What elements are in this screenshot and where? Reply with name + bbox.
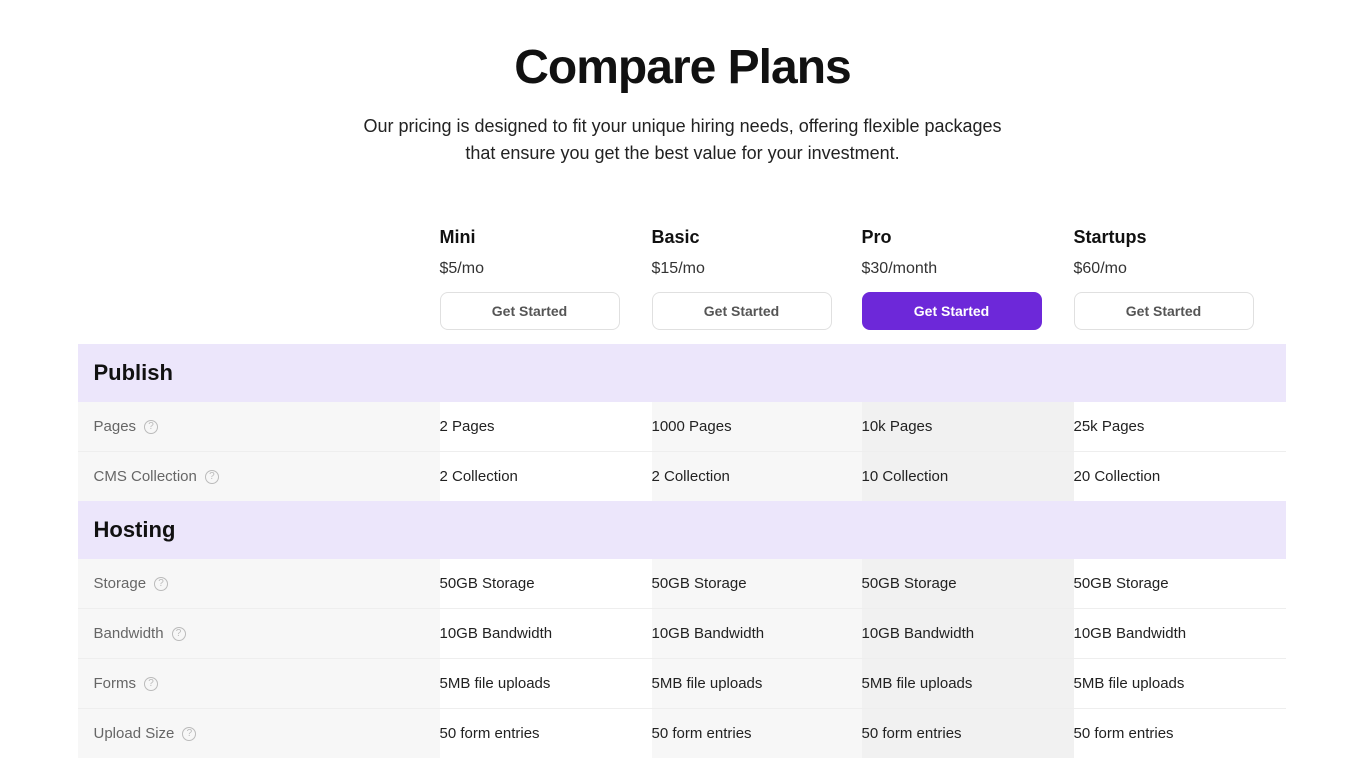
- feature-label: Storage ?: [78, 559, 440, 608]
- feature-label-text: Pages: [94, 418, 137, 435]
- plan-col-startups: Startups $60/mo Get Started: [1074, 227, 1286, 344]
- feature-label: Upload Size ?: [78, 708, 440, 758]
- help-icon[interactable]: ?: [205, 470, 219, 484]
- feature-value: 50 form entries: [862, 708, 1074, 758]
- plan-name: Basic: [652, 227, 862, 248]
- feature-value: 10GB Bandwidth: [862, 608, 1074, 658]
- feature-label-text: Upload Size: [94, 725, 175, 742]
- feature-label: CMS Collection ?: [78, 451, 440, 501]
- feature-value: 50GB Storage: [1074, 559, 1286, 608]
- feature-row-cms: CMS Collection ? 2 Collection 2 Collecti…: [78, 451, 1288, 501]
- feature-row-forms: Forms ? 5MB file uploads 5MB file upload…: [78, 658, 1288, 708]
- plan-name: Startups: [1074, 227, 1286, 248]
- feature-value: 50GB Storage: [652, 559, 862, 608]
- section-title: Hosting: [78, 501, 1286, 559]
- get-started-button[interactable]: Get Started: [652, 292, 832, 330]
- feature-value: 2 Pages: [440, 402, 652, 451]
- section-row-publish: Publish: [78, 344, 1288, 402]
- feature-value: 10GB Bandwidth: [1074, 608, 1286, 658]
- feature-label: Bandwidth ?: [78, 608, 440, 658]
- plan-col-mini: Mini $5/mo Get Started: [440, 227, 652, 344]
- page-title: Compare Plans: [0, 40, 1365, 95]
- feature-value: 5MB file uploads: [440, 658, 652, 708]
- feature-row-upload-size: Upload Size ? 50 form entries 50 form en…: [78, 708, 1288, 758]
- feature-value: 10k Pages: [862, 402, 1074, 451]
- feature-label-text: Bandwidth: [94, 625, 164, 642]
- feature-label-text: Forms: [94, 675, 137, 692]
- plan-col-pro: Pro $30/month Get Started: [862, 227, 1074, 344]
- feature-row-storage: Storage ? 50GB Storage 50GB Storage 50GB…: [78, 559, 1288, 608]
- feature-value: 1000 Pages: [652, 402, 862, 451]
- feature-value: 50 form entries: [440, 708, 652, 758]
- feature-value: 5MB file uploads: [652, 658, 862, 708]
- plan-price: $5/mo: [440, 260, 652, 278]
- pricing-comparison-page: Compare Plans Our pricing is designed to…: [0, 0, 1365, 758]
- feature-label: Forms ?: [78, 658, 440, 708]
- feature-value: 50 form entries: [1074, 708, 1286, 758]
- feature-label-text: Storage: [94, 575, 147, 592]
- feature-row-bandwidth: Bandwidth ? 10GB Bandwidth 10GB Bandwidt…: [78, 608, 1288, 658]
- help-icon[interactable]: ?: [182, 727, 196, 741]
- feature-value: 5MB file uploads: [1074, 658, 1286, 708]
- feature-label-text: CMS Collection: [94, 468, 197, 485]
- plan-price: $15/mo: [652, 260, 862, 278]
- plan-price: $30/month: [862, 260, 1074, 278]
- section-title: Publish: [78, 344, 1286, 402]
- plan-name: Pro: [862, 227, 1074, 248]
- feature-value: 50GB Storage: [440, 559, 652, 608]
- help-icon[interactable]: ?: [154, 577, 168, 591]
- comparison-table: Mini $5/mo Get Started Basic $15/mo Get …: [78, 227, 1288, 758]
- plan-price: $60/mo: [1074, 260, 1286, 278]
- help-icon[interactable]: ?: [144, 677, 158, 691]
- feature-value: 10GB Bandwidth: [652, 608, 862, 658]
- help-icon[interactable]: ?: [172, 627, 186, 641]
- feature-row-pages: Pages ? 2 Pages 1000 Pages 10k Pages 25k…: [78, 402, 1288, 451]
- get-started-button[interactable]: Get Started: [440, 292, 620, 330]
- page-header: Compare Plans Our pricing is designed to…: [0, 40, 1365, 167]
- get-started-button[interactable]: Get Started: [1074, 292, 1254, 330]
- help-icon[interactable]: ?: [144, 420, 158, 434]
- feature-value: 25k Pages: [1074, 402, 1286, 451]
- feature-value: 20 Collection: [1074, 451, 1286, 501]
- plan-header-row: Mini $5/mo Get Started Basic $15/mo Get …: [78, 227, 1288, 344]
- feature-value: 10GB Bandwidth: [440, 608, 652, 658]
- feature-value: 2 Collection: [652, 451, 862, 501]
- plan-name: Mini: [440, 227, 652, 248]
- section-row-hosting: Hosting: [78, 501, 1288, 559]
- feature-value: 10 Collection: [862, 451, 1074, 501]
- plan-col-basic: Basic $15/mo Get Started: [652, 227, 862, 344]
- feature-label: Pages ?: [78, 402, 440, 451]
- feature-value: 50 form entries: [652, 708, 862, 758]
- get-started-button[interactable]: Get Started: [862, 292, 1042, 330]
- feature-value: 2 Collection: [440, 451, 652, 501]
- page-subtitle: Our pricing is designed to fit your uniq…: [353, 113, 1013, 167]
- feature-value: 5MB file uploads: [862, 658, 1074, 708]
- feature-value: 50GB Storage: [862, 559, 1074, 608]
